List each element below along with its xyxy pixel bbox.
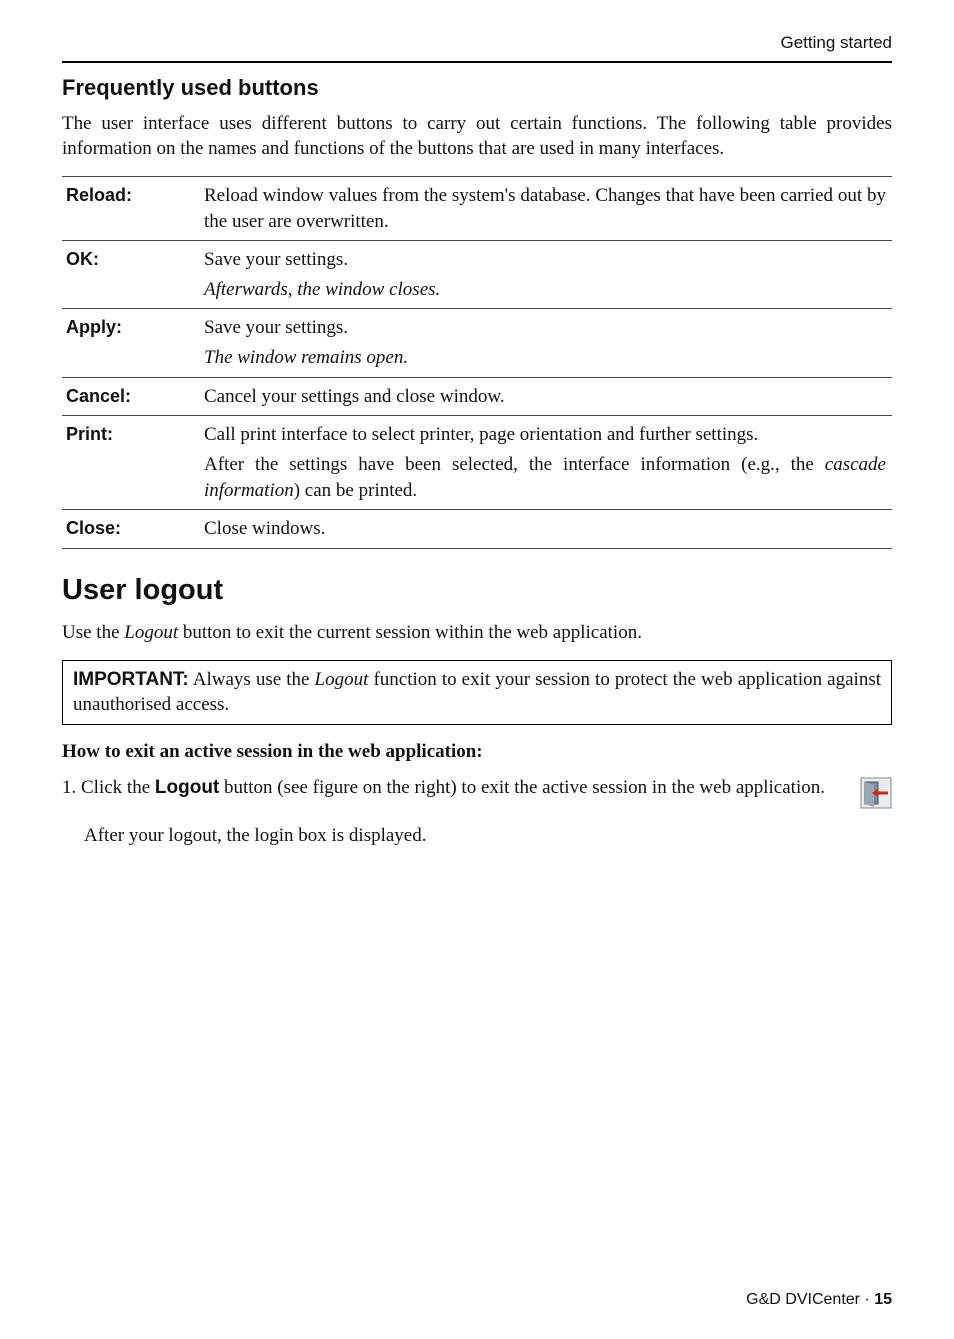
user-logout-heading: User logout (62, 571, 892, 610)
after-logout-text: After your logout, the login box is disp… (84, 823, 892, 849)
term-paragraph: Save your settings. (204, 247, 886, 273)
term-description: Save your settings. The window remains op… (204, 309, 892, 377)
term-label: Cancel: (62, 377, 204, 416)
term-label: Apply: (62, 309, 204, 377)
term-label: Close: (62, 510, 204, 549)
logout-intro-em: Logout (124, 622, 178, 643)
step-strong: Logout (155, 777, 219, 798)
term-paragraph: Reload window values from the system's d… (204, 183, 886, 234)
table-row: Print:Call print interface to select pri… (62, 416, 892, 510)
buttons-table: Reload:Reload window values from the sys… (62, 176, 892, 549)
step-row: 1. Click the Logout button (see figure o… (62, 775, 892, 809)
term-description: Save your settings. Afterwards, the windo… (204, 241, 892, 309)
important-em: Logout (315, 669, 369, 690)
table-row: Reload:Reload window values from the sys… (62, 176, 892, 240)
step-text: 1. Click the Logout button (see figure o… (62, 775, 850, 801)
important-callout: IMPORTANT: Always use the Logout functio… (62, 660, 892, 725)
table-row: Close:Close windows. (62, 510, 892, 549)
logout-intro-post: button to exit the current session withi… (178, 622, 642, 643)
term-paragraph: The window remains open. (204, 345, 886, 371)
section-heading: Frequently used buttons (62, 73, 892, 103)
logout-icon (860, 777, 892, 809)
term-paragraph: Cancel your settings and close window. (204, 384, 886, 410)
term-label: Reload: (62, 176, 204, 240)
table-row: Cancel:Cancel your settings and close wi… (62, 377, 892, 416)
term-paragraph: Close windows. (204, 516, 886, 542)
logout-intro: Use the Logout button to exit the curren… (62, 620, 892, 646)
term-label: Print: (62, 416, 204, 510)
page-footer: G&D DVICenter · 15 (746, 1289, 892, 1311)
term-paragraph: Save your settings. (204, 315, 886, 341)
step-post: button (see figure on the right) to exit… (219, 777, 825, 798)
footer-product: G&D DVICenter · (746, 1291, 874, 1308)
important-label: IMPORTANT: (73, 669, 189, 690)
step-number: 1. (62, 775, 76, 801)
section-intro: The user interface uses different button… (62, 111, 892, 162)
running-head: Getting started (62, 32, 892, 55)
table-row: Apply:Save your settings. The window rema… (62, 309, 892, 377)
footer-page-number: 15 (874, 1291, 892, 1308)
term-description: Reload window values from the system's d… (204, 176, 892, 240)
term-label: OK: (62, 241, 204, 309)
term-paragraph: Afterwards, the window closes. (204, 277, 886, 303)
term-description: Call print interface to select printer, … (204, 416, 892, 510)
howto-heading: How to exit an active session in the web… (62, 739, 892, 765)
header-rule (62, 61, 892, 63)
step-pre: Click the (81, 777, 155, 798)
term-paragraph: After the settings have been selected, t… (204, 452, 886, 503)
table-row: OK:Save your settings. Afterwards, the wi… (62, 241, 892, 309)
important-pre: Always use the (189, 669, 315, 690)
term-description: Close windows. (204, 510, 892, 549)
logout-intro-pre: Use the (62, 622, 124, 643)
term-description: Cancel your settings and close window. (204, 377, 892, 416)
term-paragraph: Call print interface to select printer, … (204, 422, 886, 448)
